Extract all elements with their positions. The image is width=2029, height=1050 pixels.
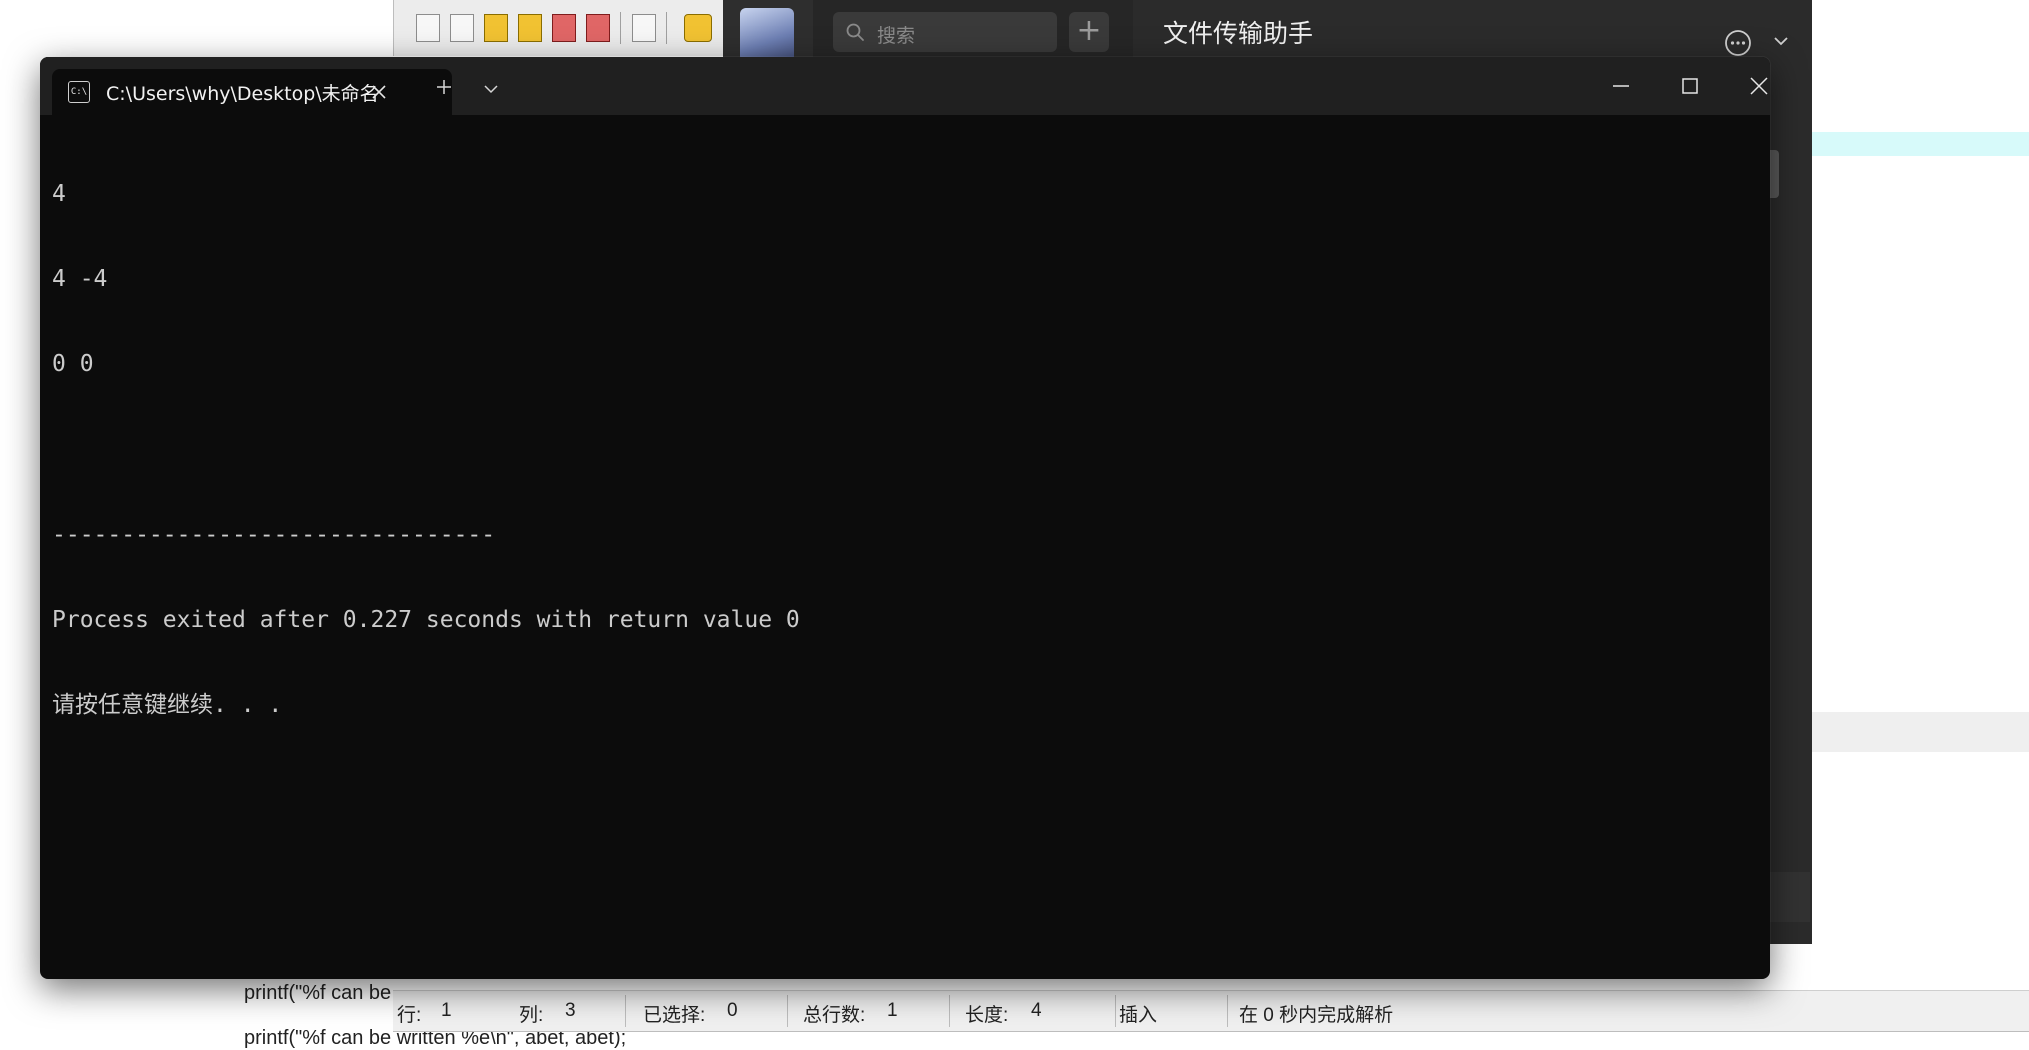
code-line: printf("%f can be xyxy=(244,982,392,1004)
tab-title: C:\Users\why\Desktop\未命名 xyxy=(106,83,379,105)
ide-toolbar xyxy=(393,0,724,56)
search-placeholder: 搜索 xyxy=(877,25,916,47)
editor-current-line-highlight xyxy=(1812,132,2029,156)
terminal-titlebar: C:\ C:\Users\why\Desktop\未命名 xyxy=(40,57,1770,115)
maximize-button[interactable] xyxy=(1659,63,1721,109)
status-divider xyxy=(949,995,950,1027)
close-icon[interactable] xyxy=(370,83,388,101)
terminal-line: -------------------------------- xyxy=(52,521,496,548)
status-total-label: 总行数: xyxy=(803,1005,866,1026)
status-col-label: 列: xyxy=(519,1005,544,1026)
status-mode: 插入 xyxy=(1119,1005,1158,1026)
terminal-line: 4 xyxy=(52,180,66,207)
terminal-line: 请按任意键继续. . . xyxy=(52,692,283,719)
chevron-down-icon[interactable] xyxy=(484,85,498,94)
terminal-output[interactable]: 4 4 -4 0 0 -----------------------------… xyxy=(52,123,1758,969)
new-tab-icon[interactable] xyxy=(436,79,452,95)
terminal-tab[interactable]: C:\ C:\Users\why\Desktop\未命名 xyxy=(52,69,452,115)
avatar[interactable] xyxy=(740,8,794,62)
status-parse-message: 在 0 秒内完成解析 xyxy=(1239,1005,1394,1026)
close-icon xyxy=(1750,77,1768,95)
status-selected-value: 0 xyxy=(727,1000,738,1021)
status-selected-label: 已选择: xyxy=(643,1005,706,1026)
save-icon[interactable] xyxy=(484,14,508,42)
search-icon xyxy=(846,23,864,41)
toolbar-divider xyxy=(666,12,667,44)
status-divider xyxy=(787,995,788,1027)
maximize-icon xyxy=(1682,78,1698,94)
new-file-icon[interactable] xyxy=(416,14,440,42)
status-total-value: 1 xyxy=(887,1000,898,1021)
minimize-button[interactable] xyxy=(1590,63,1652,109)
chat-title: 文件传输助手 xyxy=(1163,19,1314,48)
chevron-down-icon[interactable] xyxy=(1773,36,1789,46)
status-length-label: 长度: xyxy=(965,1005,1009,1026)
status-row-label: 行: xyxy=(397,1005,422,1026)
status-row-value: 1 xyxy=(441,1000,452,1021)
search-input[interactable]: 搜索 xyxy=(833,12,1057,52)
terminal-line: 0 0 xyxy=(52,351,94,378)
toolbar-divider xyxy=(620,12,621,44)
status-divider xyxy=(1227,995,1228,1027)
terminal-window: C:\ C:\Users\why\Desktop\未命名 4 4 -4 0 0 … xyxy=(40,57,1770,979)
status-length-value: 4 xyxy=(1031,1000,1042,1021)
terminal-line: Process exited after 0.227 seconds with … xyxy=(52,606,800,633)
undo-icon[interactable] xyxy=(684,14,712,42)
close-all-icon[interactable] xyxy=(586,14,610,42)
ide-status-bar: 行: 1 列: 3 已选择: 0 总行数: 1 长度: 4 插入 在 0 秒内完… xyxy=(393,990,2029,1032)
close-window-button[interactable] xyxy=(1728,63,1770,109)
status-divider xyxy=(1115,995,1116,1027)
terminal-line: 4 -4 xyxy=(52,266,108,293)
close-file-icon[interactable] xyxy=(552,14,576,42)
print-icon[interactable] xyxy=(632,14,656,42)
add-chat-button[interactable]: + xyxy=(1069,12,1109,52)
more-icon[interactable] xyxy=(1723,28,1753,58)
status-col-value: 3 xyxy=(565,1000,576,1021)
open-file-icon[interactable] xyxy=(450,14,474,42)
save-all-icon[interactable] xyxy=(518,14,542,42)
editor-panel-divider xyxy=(1812,712,2029,752)
console-icon: C:\ xyxy=(68,81,90,103)
status-divider xyxy=(625,995,626,1027)
minimize-icon xyxy=(1613,85,1629,87)
